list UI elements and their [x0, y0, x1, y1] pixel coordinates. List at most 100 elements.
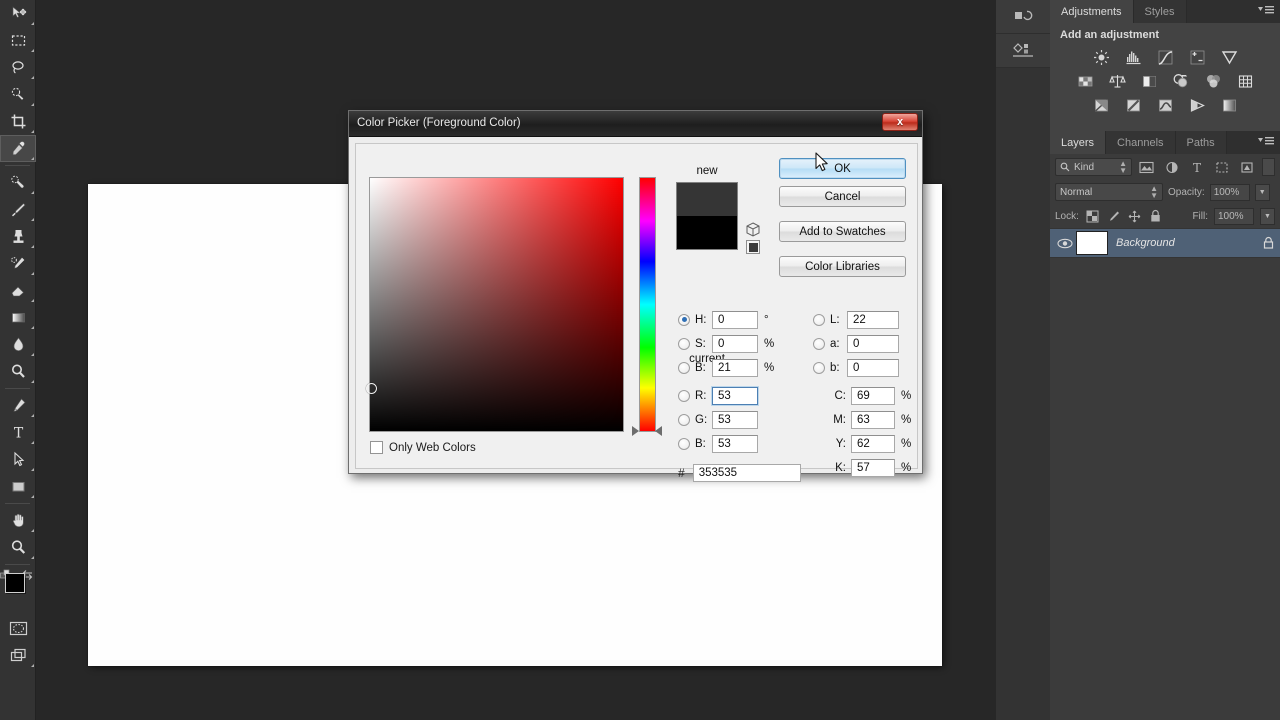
layer-thumbnail[interactable] [1076, 231, 1108, 255]
zoom-tool[interactable] [0, 534, 36, 561]
lock-all-icon[interactable] [1148, 208, 1163, 224]
lab-b-input[interactable]: 0 [847, 358, 899, 377]
threshold-icon[interactable] [1154, 95, 1176, 115]
hue-slider[interactable] [632, 177, 662, 436]
filter-shape-layers-icon[interactable] [1211, 158, 1232, 176]
tab-styles[interactable]: Styles [1133, 0, 1187, 23]
pen-tool[interactable] [0, 392, 36, 419]
brightness-input[interactable]: 21 [712, 358, 758, 377]
channel-mixer-icon[interactable] [1202, 71, 1224, 91]
path-selection-tool[interactable] [0, 446, 36, 473]
filter-kind-select[interactable]: Kind ▲ ▼ [1055, 158, 1133, 176]
clone-stamp-tool[interactable] [0, 223, 36, 250]
black-white-icon[interactable] [1138, 71, 1160, 91]
selective-color-icon[interactable] [1186, 95, 1208, 115]
tab-paths[interactable]: Paths [1175, 131, 1227, 154]
eyedropper-tool[interactable] [0, 135, 36, 162]
posterize-icon[interactable] [1122, 95, 1144, 115]
lightness-radio[interactable] [813, 313, 825, 326]
move-tool[interactable] [0, 0, 36, 27]
gradient-tool[interactable] [0, 304, 36, 331]
tab-layers[interactable]: Layers [1050, 131, 1107, 154]
hue-radio[interactable] [678, 313, 690, 326]
foreground-color-swatch[interactable] [5, 573, 25, 593]
saturation-radio[interactable] [678, 337, 690, 350]
hue-input[interactable]: 0 [712, 310, 758, 329]
filter-enable-toggle[interactable] [1261, 158, 1275, 176]
brightness-contrast-icon[interactable] [1090, 47, 1112, 67]
gradient-map-icon[interactable] [1218, 95, 1240, 115]
lab-a-input[interactable]: 0 [847, 334, 899, 353]
lock-position-icon[interactable] [1127, 208, 1142, 224]
rectangle-tool[interactable] [0, 473, 36, 500]
filter-smart-objects-icon[interactable] [1236, 158, 1257, 176]
fill-value[interactable]: 100% [1214, 207, 1254, 225]
brightness-radio[interactable] [678, 361, 690, 374]
photo-filter-icon[interactable] [1170, 71, 1192, 91]
opacity-dropdown-icon[interactable]: ▼ [1254, 183, 1270, 201]
hue-slider-marker-left[interactable] [632, 426, 639, 436]
invert-icon[interactable] [1090, 95, 1112, 115]
lock-transparent-pixels-icon[interactable] [1085, 208, 1100, 224]
blue-input[interactable]: 53 [712, 434, 758, 453]
layers-panel-menu-icon[interactable] [1258, 136, 1274, 149]
opacity-value[interactable]: 100% [1209, 183, 1250, 201]
levels-icon[interactable] [1122, 47, 1144, 67]
hex-input[interactable]: 353535 [692, 464, 801, 482]
layer-name-label[interactable]: Background [1116, 237, 1256, 249]
tab-channels[interactable]: Channels [1106, 131, 1176, 154]
magenta-input[interactable]: 63 [851, 410, 895, 429]
hand-tool[interactable] [0, 507, 36, 534]
color-swatches[interactable] [0, 569, 36, 615]
adjustments-panel-menu-icon[interactable] [1258, 5, 1274, 18]
exposure-icon[interactable] [1186, 47, 1208, 67]
rectangular-marquee-tool[interactable] [0, 27, 36, 54]
cyan-input[interactable]: 69 [851, 386, 895, 405]
lasso-tool[interactable] [0, 54, 36, 81]
new-color-swatch[interactable] [677, 183, 737, 216]
ok-button[interactable]: OK [779, 158, 906, 179]
saturation-brightness-field[interactable] [366, 177, 624, 432]
saturation-input[interactable]: 0 [712, 334, 758, 353]
green-radio[interactable] [678, 413, 690, 426]
color-balance-icon[interactable] [1106, 71, 1128, 91]
dialog-title-bar[interactable]: Color Picker (Foreground Color) x [349, 111, 922, 137]
fill-dropdown-icon[interactable]: ▼ [1260, 207, 1275, 225]
red-input[interactable]: 53 [712, 386, 758, 405]
color-libraries-button[interactable]: Color Libraries [779, 256, 906, 277]
dodge-tool[interactable] [0, 358, 36, 385]
add-to-swatches-button[interactable]: Add to Swatches [779, 221, 906, 242]
close-button[interactable]: x [882, 113, 918, 131]
lightness-input[interactable]: 22 [847, 310, 899, 329]
crop-tool[interactable] [0, 108, 36, 135]
gamut-warning-cube-icon[interactable] [746, 222, 760, 242]
quick-selection-tool[interactable] [0, 81, 36, 108]
filter-adjustment-layers-icon[interactable] [1161, 158, 1182, 176]
color-lookup-icon[interactable] [1234, 71, 1256, 91]
layer-row-background[interactable]: Background [1050, 228, 1280, 258]
brush-tool[interactable] [0, 196, 36, 223]
horizontal-type-tool[interactable]: T [0, 419, 36, 446]
lock-image-pixels-icon[interactable] [1106, 208, 1121, 224]
blend-mode-select[interactable]: Normal ▲ ▼ [1055, 183, 1163, 201]
only-web-colors-checkbox[interactable] [370, 441, 383, 454]
cancel-button[interactable]: Cancel [779, 186, 906, 207]
mini-bridge-panel-icon[interactable] [996, 34, 1050, 68]
vibrance-icon[interactable] [1218, 47, 1240, 67]
black-input[interactable]: 57 [851, 458, 895, 477]
hue-saturation-icon[interactable] [1074, 71, 1096, 91]
history-panel-icon[interactable] [996, 0, 1050, 34]
filter-type-layers-icon[interactable]: T [1186, 158, 1207, 176]
lab-a-radio[interactable] [813, 337, 825, 350]
web-safe-warning-icon[interactable] [746, 240, 760, 254]
red-radio[interactable] [678, 389, 690, 402]
yellow-input[interactable]: 62 [851, 434, 895, 453]
blue-radio[interactable] [678, 437, 690, 450]
current-color-swatch[interactable] [677, 216, 737, 249]
blur-tool[interactable] [0, 331, 36, 358]
chevron-updown-icon[interactable]: ▲ ▼ [1119, 160, 1127, 175]
tab-adjustments[interactable]: Adjustments [1050, 0, 1134, 23]
screen-mode-button[interactable] [0, 642, 36, 669]
lab-b-radio[interactable] [813, 361, 825, 374]
quick-mask-toggle[interactable] [0, 615, 36, 642]
